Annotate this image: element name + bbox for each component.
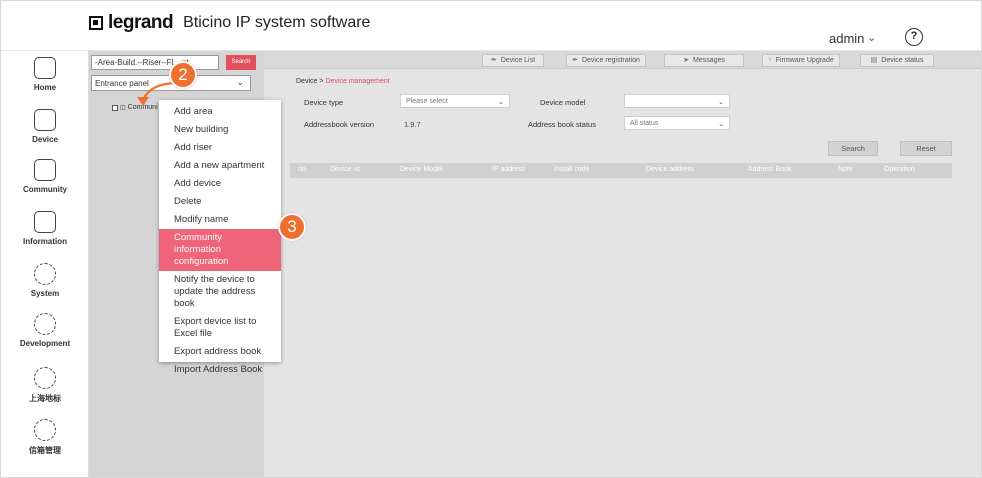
button-label: Device registration [581, 57, 640, 64]
gear-icon [34, 313, 56, 335]
device-model-label: Device model [540, 98, 586, 107]
legrand-logo-mark [89, 16, 103, 30]
chevron-down-icon: ⌄ [718, 99, 724, 106]
brand-name: legrand [108, 12, 174, 33]
sidebar-item-system[interactable]: System [1, 263, 89, 298]
menu-item-new-building[interactable]: New building [159, 121, 281, 139]
search-button[interactable]: Search [828, 141, 878, 156]
breadcrumb-separator: > [319, 78, 324, 85]
sidebar-item-label: 上海地标 [29, 394, 61, 403]
header: legrand Bticino IP system software admin… [1, 1, 981, 51]
button-label: Messages [692, 57, 725, 64]
button-label: Device List [500, 57, 536, 64]
addressbook-version-value: 1.9.7 [404, 120, 421, 129]
help-icon[interactable]: ? [905, 28, 923, 46]
device-list-button[interactable]: ✒ Device List [482, 54, 544, 67]
tree-search-input[interactable]: -Area-Build.--Riser--Fl... nt. [91, 55, 219, 70]
sidebar-item-development[interactable]: Development [1, 313, 89, 348]
select-value: Please select [406, 98, 448, 105]
menu-item-add-device[interactable]: Add device [159, 175, 281, 193]
menu-item-add-riser[interactable]: Add riser [159, 139, 281, 157]
table-header: no Device uc Device Model IP address Ins… [290, 163, 952, 178]
menu-item-export-address-book[interactable]: Export address book [159, 343, 281, 361]
sidebar-item-label: Development [19, 339, 71, 348]
address-book-status-filter[interactable]: All status ⌄ [624, 116, 730, 130]
community-icon [34, 159, 56, 181]
sidebar-item-label: Device [32, 135, 58, 144]
status-icon: ▤ [870, 57, 878, 64]
send-icon: ➤ [683, 57, 689, 64]
pen-icon: ✒ [572, 57, 578, 64]
brand-logo: legrand Bticino IP system software [89, 12, 370, 34]
context-menu: Add area New building Add riser Add a ne… [159, 100, 281, 375]
sidebar-item-mailbox[interactable]: 信箱管理 [1, 419, 89, 456]
breadcrumb: Device > Device management [296, 78, 390, 85]
chevron-down-icon: ⌄ [498, 99, 504, 106]
main-content: ✒ Device List ✒ Device registration ➤ Messa… [264, 51, 981, 477]
gear-icon [34, 367, 56, 389]
select-value: All status [630, 120, 659, 127]
sidebar: Home Device Community Information System… [1, 51, 89, 477]
device-status-button[interactable]: ▤ Device status [860, 54, 934, 67]
button-label: Device status [881, 57, 924, 64]
device-icon [34, 109, 56, 131]
device-type-filter[interactable]: Please select ⌄ [400, 94, 510, 108]
breadcrumb-current: Device management [325, 78, 390, 85]
app-window: legrand Bticino IP system software admin… [0, 0, 982, 478]
address-book-status-label: Address book status [528, 120, 596, 129]
sidebar-item-community[interactable]: Community [1, 159, 89, 194]
wrench-icon: ✒ [490, 57, 497, 64]
chevron-down-icon[interactable]: ⌄ [867, 31, 876, 44]
callout-step-3: 3 [278, 213, 306, 241]
column-header: Device Model [400, 166, 443, 173]
device-model-filter[interactable]: ⌄ [624, 94, 730, 108]
menu-item-delete[interactable]: Delete [159, 193, 281, 211]
column-header: Address Book [748, 166, 792, 173]
home-icon [34, 57, 56, 79]
menu-item-export-device-list[interactable]: Export device list to Excel file [159, 313, 281, 343]
sidebar-item-label: System [30, 289, 60, 298]
gear-icon [34, 419, 56, 441]
reset-button[interactable]: Reset [900, 141, 952, 156]
sidebar-item-device[interactable]: Device [1, 109, 89, 144]
column-header: Operation [884, 166, 915, 173]
menu-item-community-info-config[interactable]: Community information configuration [159, 229, 281, 271]
messages-button[interactable]: ➤ Messages [664, 54, 744, 67]
toolbar: ✒ Device List ✒ Device registration ➤ Messa… [264, 51, 981, 69]
tree-search-button[interactable]: Search [226, 55, 256, 70]
column-header: Device address [646, 166, 695, 173]
tree-checkbox[interactable] [112, 104, 118, 111]
menu-item-modify-name[interactable]: Modify name [159, 211, 281, 229]
folder-icon: ◫ [120, 105, 126, 111]
menu-item-import-address-book[interactable]: Import Address Book [159, 361, 281, 379]
sidebar-item-label: Home [33, 83, 57, 92]
upload-icon: ↑ [768, 57, 772, 64]
user-menu[interactable]: admin [829, 31, 864, 46]
column-header: no [298, 166, 306, 173]
callout-step-2: 2 [169, 61, 197, 89]
column-header: IP address [492, 166, 526, 173]
chevron-down-icon: ⌄ [718, 121, 724, 128]
column-header: Device uc [330, 166, 361, 173]
breadcrumb-root[interactable]: Device [296, 78, 317, 85]
chevron-down-icon: ⌄ [236, 77, 244, 87]
sidebar-item-shanghai-landmark[interactable]: 上海地标 [1, 367, 89, 404]
menu-item-add-apartment[interactable]: Add a new apartment [159, 157, 281, 175]
column-header: Note [838, 166, 853, 173]
column-header: Install code [554, 166, 590, 173]
sidebar-item-label: Community [23, 185, 67, 194]
sidebar-item-label: Information [23, 237, 67, 246]
device-type-label: Device type [304, 98, 344, 107]
app-title: Bticino IP system software [183, 14, 371, 31]
menu-item-notify-device[interactable]: Notify the device to update the address … [159, 271, 281, 313]
button-label: Firmware Upgrade [775, 57, 834, 64]
sidebar-item-information[interactable]: Information [1, 211, 89, 246]
sidebar-item-label: 信箱管理 [29, 446, 61, 455]
addressbook-version-label: Addressbook version [304, 120, 375, 129]
firmware-upgrade-button[interactable]: ↑ Firmware Upgrade [762, 54, 840, 67]
sidebar-item-home[interactable]: Home [1, 57, 89, 92]
gear-icon [34, 263, 56, 285]
device-registration-button[interactable]: ✒ Device registration [566, 54, 646, 67]
information-icon [34, 211, 56, 233]
